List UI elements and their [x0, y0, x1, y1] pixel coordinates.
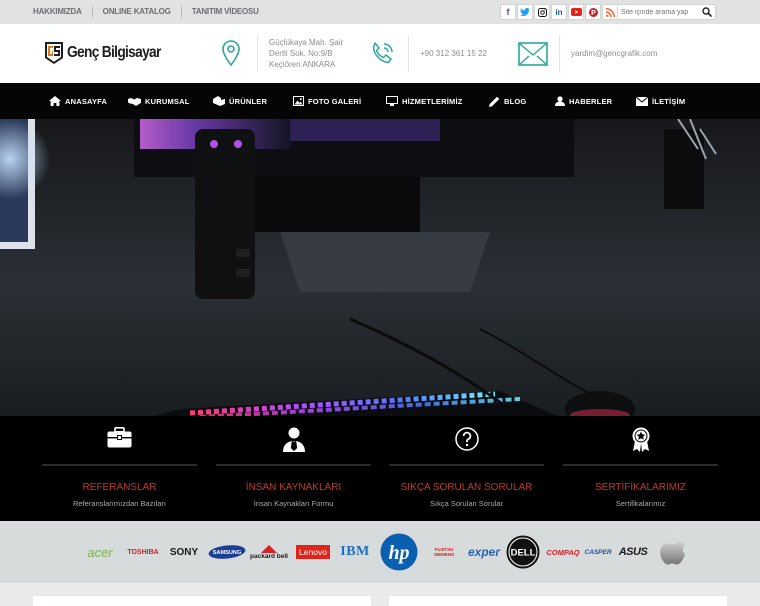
feature-title: REFERANSLAR — [82, 482, 157, 493]
logo-mark-icon — [45, 42, 63, 64]
brand-lenovo-logo[interactable]: Lenovo — [293, 521, 333, 583]
brand-exper-logo[interactable]: exper — [465, 521, 503, 583]
divider — [408, 35, 409, 72]
youtube-icon[interactable] — [568, 4, 584, 20]
feature-divider — [216, 464, 371, 466]
feature-hr[interactable]: İNSAN KAYNAKLARI İnsan Kaynakları Formu — [216, 416, 371, 521]
top-bar: HAKKIMIZDA ONLINE KATALOG TANITIM VİDEOS… — [0, 0, 760, 24]
nav-item-gallery[interactable]: FOTO GALERİ — [293, 83, 361, 119]
nav-item-blog[interactable]: BLOG — [489, 83, 526, 119]
twitter-icon[interactable] — [517, 4, 533, 20]
feature-title: SIKÇA SORULAN SORULAR — [400, 482, 533, 493]
top-links: HAKKIMIZDA ONLINE KATALOG TANITIM VİDEOS… — [22, 0, 269, 24]
pencil-icon — [489, 96, 500, 107]
nav-item-news[interactable]: HABERLER — [555, 83, 612, 119]
facebook-icon[interactable]: f — [500, 4, 516, 20]
award-icon — [563, 427, 718, 452]
main-nav: ANASAYFA KURUMSAL ÜRÜNLER FOTO GALERİ Hİ… — [0, 83, 760, 119]
svg-text:DELL: DELL — [511, 548, 536, 559]
brand-dell-logo[interactable]: DELL — [504, 521, 542, 583]
svg-text:P: P — [591, 10, 596, 17]
top-link-about[interactable]: HAKKIMIZDA — [22, 6, 93, 18]
brand-acer-logo[interactable]: acer — [80, 521, 120, 583]
content-card — [389, 596, 727, 606]
nav-item-products[interactable]: ÜRÜNLER — [213, 83, 267, 119]
packardbell-mark-icon — [261, 544, 277, 553]
image-icon — [293, 96, 304, 106]
feature-divider — [389, 464, 544, 466]
box-icon — [213, 96, 225, 106]
logo-text: Genç Bilgisayar — [67, 43, 161, 61]
home-icon — [49, 96, 61, 106]
social-links: f in P — [500, 4, 618, 20]
brand-asus-logo[interactable]: ASUS — [614, 521, 652, 583]
hero-desk-image — [0, 119, 760, 417]
rss-icon[interactable] — [602, 4, 618, 20]
site-logo[interactable]: Genç Bilgisayar — [45, 41, 176, 64]
brand-hp-logo[interactable]: hp — [379, 521, 419, 583]
nav-item-home[interactable]: ANASAYFA — [49, 83, 107, 119]
top-link-video[interactable]: TANITIM VİDEOSU — [182, 6, 269, 18]
brand-ibm-logo[interactable]: IBM — [336, 521, 374, 583]
feature-faq[interactable]: SIKÇA SORULAN SORULAR Sıkça Sorulan Soru… — [389, 416, 544, 521]
brand-logos: acer TOSHIBA SONY SAMSUNG packard bell L… — [0, 521, 760, 583]
nav-item-corporate[interactable]: KURUMSAL — [128, 83, 190, 119]
feature-title: SERTİFİKALARIMIZ — [595, 482, 686, 493]
hero-banner — [0, 119, 760, 417]
content-cards-row — [0, 583, 760, 606]
nav-item-services[interactable]: HİZMETLERİMİZ — [386, 83, 463, 119]
features-strip: REFERANSLAR Referanslarımızdan Bazıları … — [0, 416, 760, 521]
feature-title: İNSAN KAYNAKLARI — [245, 482, 342, 493]
phone-text[interactable]: +90 312 361 15 22 — [420, 48, 487, 59]
user-icon — [555, 96, 565, 106]
feature-subtitle: Referanslarımızdan Bazıları — [73, 499, 166, 508]
feature-certificates[interactable]: SERTİFİKALARIMIZ Sertifikalarımız — [563, 416, 718, 521]
email-block: yardim@gencgrafik.com — [518, 24, 657, 83]
linkedin-icon[interactable]: in — [551, 4, 567, 20]
nav-item-contact[interactable]: İLETİŞİM — [636, 83, 685, 119]
envelope-icon — [518, 39, 548, 69]
divider — [257, 35, 258, 72]
apple-icon — [660, 535, 686, 565]
feature-subtitle: Sertifikalarımız — [615, 499, 666, 508]
search-input[interactable] — [619, 5, 699, 19]
map-pin-icon — [216, 39, 246, 69]
brand-fujitsu-logo[interactable]: FUJITSU SIEMENS — [424, 521, 464, 583]
brand-compaq-logo[interactable]: COMPAQ — [544, 521, 582, 583]
email-text[interactable]: yardim@gencgrafik.com — [571, 48, 657, 59]
handshake-icon — [128, 97, 141, 106]
address-block: Güçlükaya Mah. Şair Dertli Sok. No:9/B K… — [216, 24, 343, 83]
phone-icon — [367, 39, 397, 69]
brand-sony-logo[interactable]: SONY — [165, 521, 203, 583]
divider — [559, 35, 560, 72]
feature-divider — [42, 464, 197, 466]
phone-block: +90 312 361 15 22 — [367, 24, 487, 83]
question-icon — [389, 427, 544, 452]
feature-subtitle: Sıkça Sorulan Sorular — [430, 499, 503, 508]
brand-casper-logo[interactable]: CASPER — [582, 521, 614, 583]
brand-apple-logo[interactable] — [656, 521, 692, 583]
address-text: Güçlükaya Mah. Şair Dertli Sok. No:9/B K… — [269, 38, 344, 69]
svg-text:hp: hp — [388, 542, 409, 564]
brand-toshiba-logo[interactable]: TOSHIBA — [124, 521, 162, 583]
content-card — [33, 596, 371, 606]
brand-packardbell-logo[interactable]: packard bell — [250, 521, 288, 583]
top-link-catalog[interactable]: ONLINE KATALOG — [93, 6, 182, 18]
feature-references[interactable]: REFERANSLAR Referanslarımızdan Bazıları — [42, 416, 197, 521]
brand-samsung-logo[interactable]: SAMSUNG — [207, 521, 247, 583]
instagram-icon[interactable] — [534, 4, 550, 20]
feature-divider — [563, 464, 718, 466]
pinterest-icon[interactable]: P — [585, 4, 601, 20]
svg-text:SAMSUNG: SAMSUNG — [213, 550, 242, 556]
feature-subtitle: İnsan Kaynakları Formu — [253, 499, 334, 508]
search-icon[interactable] — [699, 5, 715, 19]
search-box — [617, 4, 716, 20]
site-header: Genç Bilgisayar Güçlükaya Mah. Şair Dert… — [0, 24, 760, 83]
person-tie-icon — [216, 427, 371, 452]
monitor-icon — [386, 96, 398, 106]
envelope-icon — [636, 96, 648, 106]
briefcase-icon — [42, 427, 197, 452]
